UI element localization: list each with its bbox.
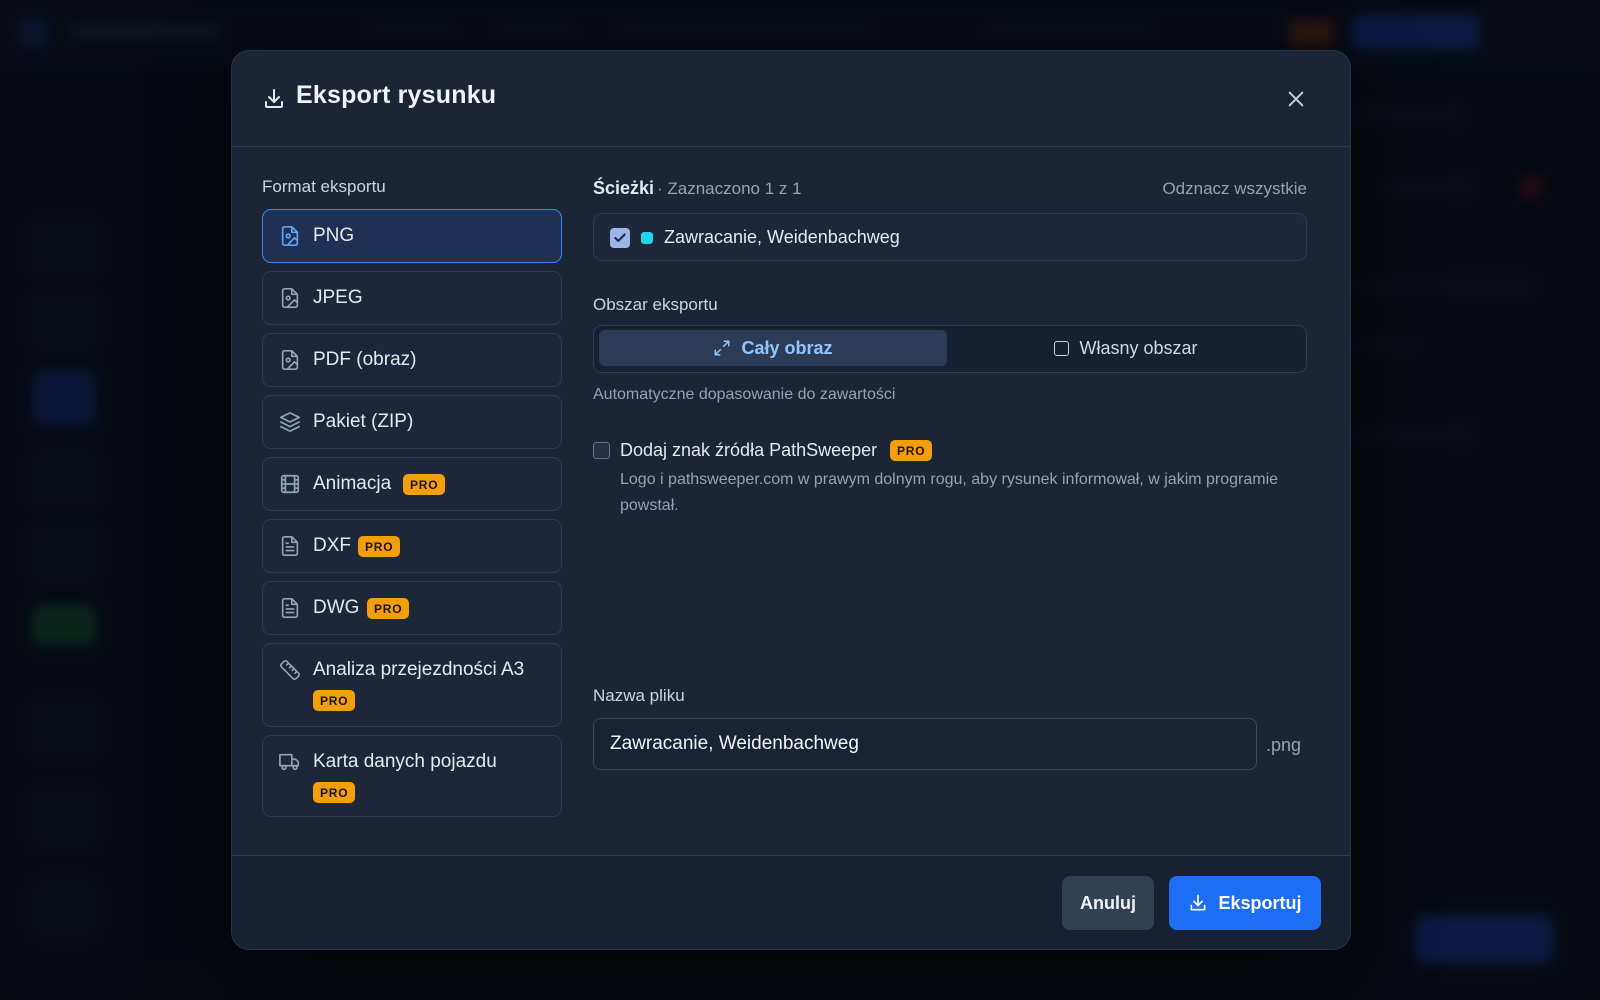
close-button[interactable] [1282, 85, 1310, 113]
path-list-item[interactable]: Zawracanie, Weidenbachweg [593, 213, 1307, 261]
format-option-analysis-a3[interactable]: Analiza przejezdności A3 PRO [262, 643, 562, 727]
format-label: PDF (obraz) [313, 349, 417, 370]
path-checkbox[interactable] [610, 228, 630, 248]
paths-selection-count: · Zaznaczono 1 z 1 [657, 179, 802, 198]
file-image-icon [279, 225, 301, 247]
file-image-icon [279, 287, 301, 309]
cancel-button[interactable]: Anuluj [1062, 876, 1154, 930]
format-label: DXF [313, 535, 351, 556]
format-option-vehicle-datasheet[interactable]: Karta danych pojazdu PRO [262, 735, 562, 817]
export-button[interactable]: Eksportuj [1169, 876, 1321, 930]
close-icon [1288, 91, 1304, 107]
watermark-checkbox[interactable] [593, 442, 610, 459]
export-dialog: Eksport rysunku Format eksportu PNG JPEG… [231, 50, 1351, 950]
ruler-icon [279, 659, 301, 681]
format-label: Analiza przejezdności A3 [313, 659, 525, 680]
watermark-description: Logo i pathsweeper.com w prawym dolnym r… [620, 471, 1279, 514]
export-area-label: Obszar eksportu [593, 295, 718, 314]
filename-extension: .png [1266, 735, 1302, 755]
download-icon [262, 87, 286, 111]
watermark-label[interactable]: Dodaj znak źródła PathSweeper [620, 440, 877, 461]
pro-badge: PRO [890, 440, 933, 461]
format-option-jpeg[interactable]: JPEG [262, 271, 562, 325]
filename-label: Nazwa pliku [593, 686, 685, 705]
check-icon [614, 233, 626, 242]
format-option-zip[interactable]: Pakiet (ZIP) [262, 395, 562, 449]
format-label: DWG [313, 597, 360, 618]
file-text-icon [279, 535, 301, 557]
layers-icon [279, 411, 301, 433]
format-option-dxf[interactable]: DXF PRO [262, 519, 562, 573]
film-icon [279, 473, 301, 495]
area-option-label: Cały obraz [741, 337, 833, 358]
format-label: Pakiet (ZIP) [313, 411, 414, 432]
pro-badge: PRO [367, 598, 410, 619]
path-name: Zawracanie, Weidenbachweg [664, 227, 900, 247]
square-icon [1054, 340, 1070, 356]
area-option-custom[interactable]: Własny obszar [951, 330, 1301, 366]
format-label: Animacja [313, 473, 392, 494]
dialog-header: Eksport rysunku [232, 51, 1350, 147]
format-label: PNG [313, 225, 355, 246]
truck-icon [279, 751, 301, 773]
pro-badge: PRO [403, 474, 446, 495]
file-text-icon [279, 597, 301, 619]
format-list: PNG JPEG PDF (obraz) Pakiet (ZIP) Animac… [262, 209, 562, 825]
expand-icon [714, 340, 730, 356]
dialog-footer: Anuluj Eksportuj [232, 855, 1350, 949]
format-option-animation[interactable]: Animacja PRO [262, 457, 562, 511]
export-area-hint: Automatyczne dopasowanie do zawartości [593, 386, 896, 403]
export-button-label: Eksportuj [1218, 892, 1302, 913]
format-option-dwg[interactable]: DWG PRO [262, 581, 562, 635]
format-section-label: Format eksportu [262, 177, 386, 196]
format-option-png[interactable]: PNG [262, 209, 562, 263]
area-option-full-image[interactable]: Cały obraz [599, 330, 947, 366]
paths-header: Ścieżki · Zaznaczono 1 z 1 Odznacz wszys… [593, 178, 1307, 202]
format-label: JPEG [313, 287, 363, 308]
export-area-toggle: Cały obraz Własny obszar [593, 325, 1307, 373]
path-color-swatch [641, 232, 653, 244]
format-option-pdf[interactable]: PDF (obraz) [262, 333, 562, 387]
format-label: Karta danych pojazdu [313, 751, 497, 772]
download-icon [1190, 894, 1206, 911]
paths-title: Ścieżki [593, 178, 655, 198]
filename-input[interactable] [593, 718, 1257, 770]
file-image-icon [279, 349, 301, 371]
pro-badge: PRO [313, 782, 356, 803]
pro-badge: PRO [358, 536, 401, 557]
deselect-all-link[interactable]: Odznacz wszystkie [1162, 179, 1307, 199]
area-option-label: Własny obszar [1079, 337, 1198, 358]
dialog-title: Eksport rysunku [296, 81, 497, 109]
pro-badge: PRO [313, 690, 356, 711]
